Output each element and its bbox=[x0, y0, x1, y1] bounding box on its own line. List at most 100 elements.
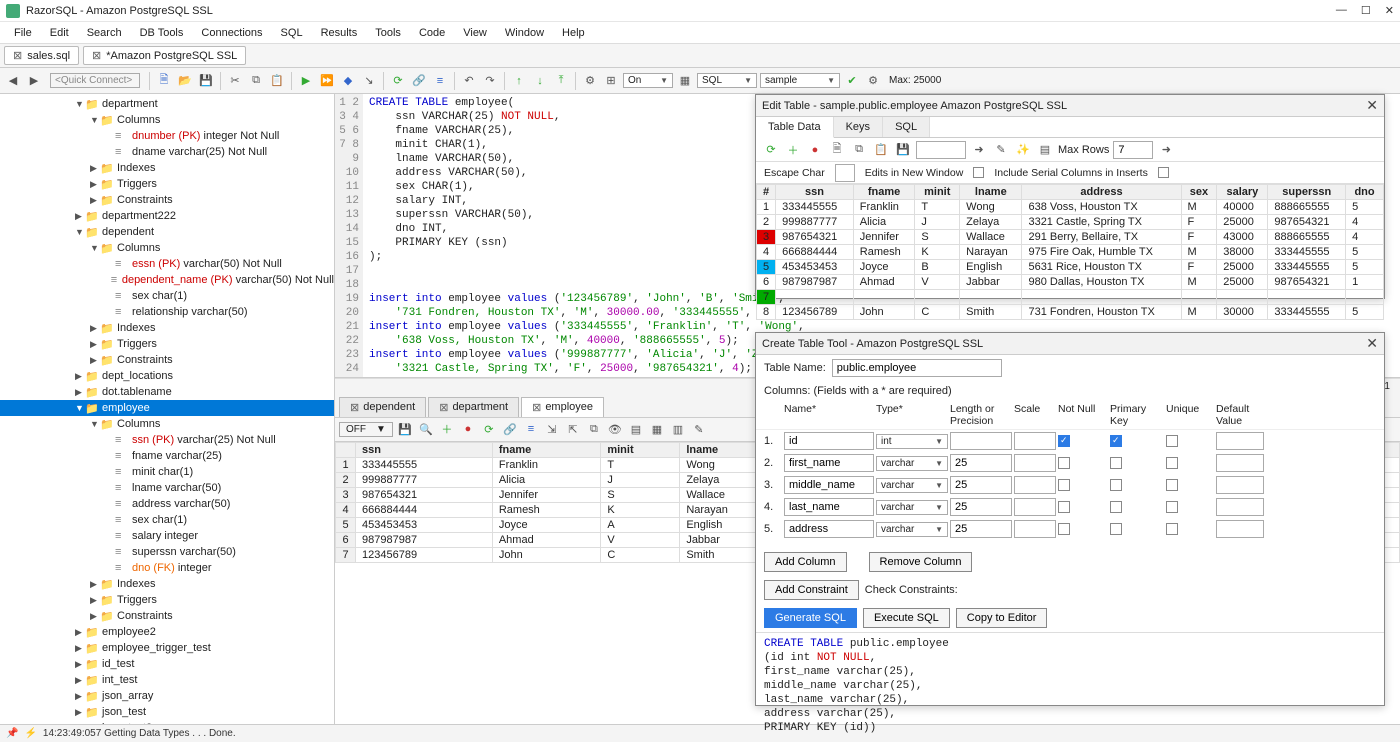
col-len-input[interactable] bbox=[950, 498, 1012, 516]
explain-icon[interactable]: ◆ bbox=[339, 72, 357, 90]
menu-view[interactable]: View bbox=[455, 25, 495, 41]
tree-node[interactable]: ▼📁Columns bbox=[0, 416, 334, 432]
tree-node[interactable]: ▼📁dependent bbox=[0, 224, 334, 240]
unique-checkbox[interactable] bbox=[1166, 479, 1178, 491]
pk-checkbox[interactable] bbox=[1110, 479, 1122, 491]
col-type-combo[interactable]: varchar▼ bbox=[876, 456, 948, 471]
edits-window-checkbox[interactable] bbox=[973, 167, 984, 178]
col-type-combo[interactable]: varchar▼ bbox=[876, 500, 948, 515]
et-delete-icon[interactable]: ● bbox=[806, 141, 824, 159]
edit-mode-combo[interactable]: OFF▼ bbox=[339, 422, 393, 437]
lang-combo[interactable]: SQL▼ bbox=[697, 73, 757, 88]
execute-icon[interactable]: ▶ bbox=[297, 72, 315, 90]
menu-help[interactable]: Help bbox=[554, 25, 593, 41]
col-scale-input[interactable] bbox=[1014, 498, 1056, 516]
notnull-checkbox[interactable] bbox=[1058, 501, 1070, 513]
new-icon[interactable]: 🗎 bbox=[155, 72, 173, 90]
tools-icon[interactable]: ⚙ bbox=[581, 72, 599, 90]
tree-node[interactable]: ≡minit char(1) bbox=[0, 464, 334, 480]
grid-icon[interactable]: ▦ bbox=[676, 72, 694, 90]
tree-node[interactable]: ▶📁dot.tablename bbox=[0, 384, 334, 400]
tree-node[interactable]: ▶📁Indexes bbox=[0, 320, 334, 336]
et-edit-icon[interactable]: ✎ bbox=[992, 141, 1010, 159]
unique-checkbox[interactable] bbox=[1166, 523, 1178, 535]
tree-node[interactable]: ▶📁Triggers bbox=[0, 176, 334, 192]
refresh-icon[interactable]: ⟳ bbox=[389, 72, 407, 90]
top-icon[interactable]: ⤒ bbox=[552, 72, 570, 90]
save-icon[interactable]: 💾 bbox=[197, 72, 215, 90]
open-icon[interactable]: 📂 bbox=[176, 72, 194, 90]
file-tab[interactable]: ⊠*Amazon PostgreSQL SSL bbox=[83, 46, 246, 65]
default-input[interactable] bbox=[1216, 520, 1264, 538]
et-add-icon[interactable]: ＋ bbox=[784, 141, 802, 159]
tree-node[interactable]: ≡sex char(1) bbox=[0, 512, 334, 528]
tree-node[interactable]: ▶📁Constraints bbox=[0, 352, 334, 368]
col-len-input[interactable] bbox=[950, 476, 1012, 494]
table-name-input[interactable] bbox=[832, 359, 1002, 377]
tree-node[interactable]: ▼📁Columns bbox=[0, 112, 334, 128]
commit-icon[interactable]: ↘ bbox=[360, 72, 378, 90]
panel-tab[interactable]: Table Data bbox=[756, 117, 834, 138]
menu-file[interactable]: File bbox=[6, 25, 40, 41]
col-name-input[interactable] bbox=[784, 454, 874, 472]
panel-tab[interactable]: Keys bbox=[834, 117, 883, 137]
tree-node[interactable]: ▶📁Constraints bbox=[0, 192, 334, 208]
tree-node[interactable]: ▶📁json_test bbox=[0, 704, 334, 720]
tree-node[interactable]: ▶📁int_test bbox=[0, 672, 334, 688]
col-type-combo[interactable]: varchar▼ bbox=[876, 522, 948, 537]
unique-checkbox[interactable] bbox=[1166, 457, 1178, 469]
down-icon[interactable]: ↓ bbox=[531, 72, 549, 90]
et-apply-icon[interactable]: ➜ bbox=[1157, 141, 1175, 159]
tree-node[interactable]: ▶📁id_test bbox=[0, 656, 334, 672]
refresh-result-icon[interactable]: ⟳ bbox=[480, 420, 498, 438]
edit-table-close-icon[interactable]: ✕ bbox=[1366, 97, 1378, 114]
tree-node[interactable]: ▶📁Indexes bbox=[0, 160, 334, 176]
et-search-input[interactable] bbox=[916, 141, 966, 159]
col-name-input[interactable] bbox=[784, 432, 874, 450]
pk-checkbox[interactable] bbox=[1110, 435, 1122, 447]
col-len-input[interactable] bbox=[950, 454, 1012, 472]
col-len-input[interactable] bbox=[950, 432, 1012, 450]
add-row-icon[interactable]: ＋ bbox=[438, 420, 456, 438]
et-script-icon[interactable]: 🗎 bbox=[828, 141, 846, 159]
notnull-checkbox[interactable] bbox=[1058, 479, 1070, 491]
tab-close-icon[interactable]: ⊠ bbox=[92, 49, 101, 62]
layout2-icon[interactable]: ▦ bbox=[648, 420, 666, 438]
edit-table-grid[interactable]: #ssnfnameminitlnameaddresssexsalarysuper… bbox=[756, 184, 1384, 320]
add-constraint-button[interactable]: Add Constraint bbox=[764, 580, 859, 600]
up-icon[interactable]: ↑ bbox=[510, 72, 528, 90]
undo-icon[interactable]: ↶ bbox=[460, 72, 478, 90]
result-tab[interactable]: ⊠department bbox=[428, 397, 519, 417]
pk-checkbox[interactable] bbox=[1110, 457, 1122, 469]
import-icon[interactable]: ⇱ bbox=[564, 420, 582, 438]
col-type-combo[interactable]: int▼ bbox=[876, 434, 948, 449]
copy-icon[interactable]: ⧉ bbox=[247, 72, 265, 90]
settings-icon[interactable]: ⚙ bbox=[864, 72, 882, 90]
autocommit-combo[interactable]: On▼ bbox=[623, 73, 673, 88]
copy-result-icon[interactable]: ⧉ bbox=[585, 420, 603, 438]
create-table-close-icon[interactable]: ✕ bbox=[1366, 335, 1378, 352]
tree-node[interactable]: ▼📁employee bbox=[0, 400, 334, 416]
execute-all-icon[interactable]: ⏩ bbox=[318, 72, 336, 90]
tree-node[interactable]: ▶📁Triggers bbox=[0, 336, 334, 352]
layout1-icon[interactable]: ▤ bbox=[627, 420, 645, 438]
tree-node[interactable]: ≡sex char(1) bbox=[0, 288, 334, 304]
remove-column-button[interactable]: Remove Column bbox=[869, 552, 973, 572]
link-icon[interactable]: 🔗 bbox=[410, 72, 428, 90]
tree-node[interactable]: ▶📁department222 bbox=[0, 208, 334, 224]
menu-window[interactable]: Window bbox=[497, 25, 552, 41]
notnull-checkbox[interactable] bbox=[1058, 435, 1070, 447]
notnull-checkbox[interactable] bbox=[1058, 523, 1070, 535]
menu-search[interactable]: Search bbox=[79, 25, 130, 41]
tree-node[interactable]: ▶📁employee_trigger_test bbox=[0, 640, 334, 656]
tree-node[interactable]: ▶📁Indexes bbox=[0, 576, 334, 592]
et-copy-icon[interactable]: ⧉ bbox=[850, 141, 868, 159]
execute-sql-button[interactable]: Execute SQL bbox=[863, 608, 950, 628]
minimize-icon[interactable]: — bbox=[1336, 4, 1347, 17]
view-icon[interactable]: 👁 bbox=[606, 420, 624, 438]
col-scale-input[interactable] bbox=[1014, 476, 1056, 494]
go-icon[interactable]: ✔ bbox=[843, 72, 861, 90]
file-tab[interactable]: ⊠sales.sql bbox=[4, 46, 79, 65]
default-input[interactable] bbox=[1216, 454, 1264, 472]
tree-node[interactable]: ≡dnumber (PK) integer Not Null bbox=[0, 128, 334, 144]
